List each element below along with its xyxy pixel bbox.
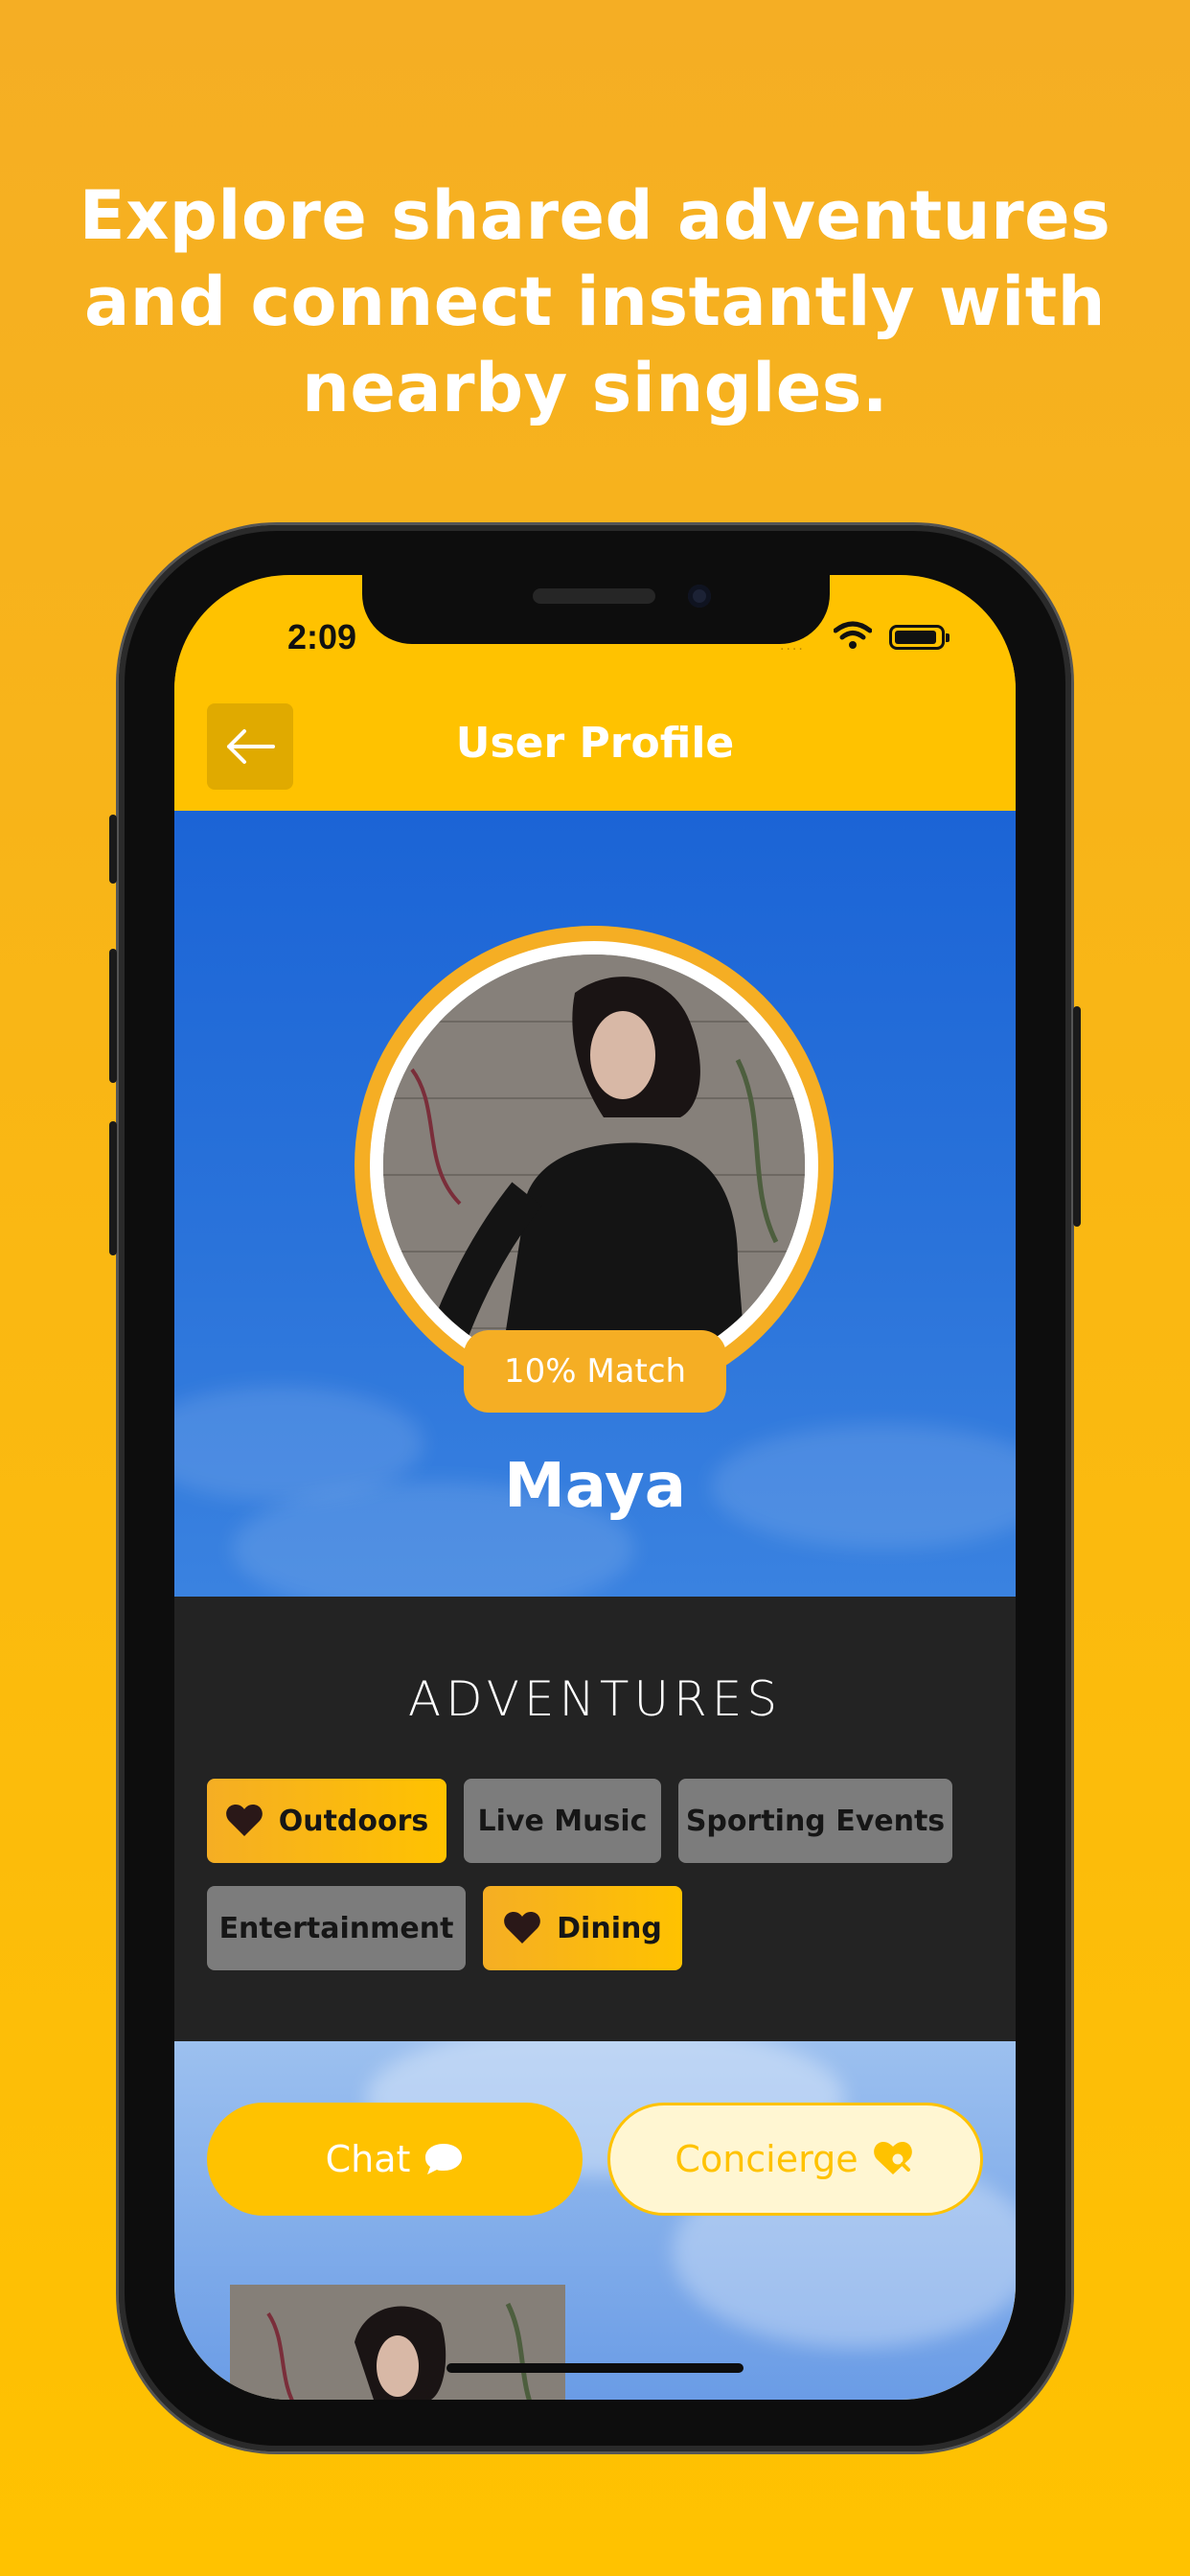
wifi-icon: [834, 621, 872, 649]
avatar[interactable]: [383, 954, 805, 1376]
user-name: Maya: [504, 1451, 686, 1522]
volume-down-button: [109, 1121, 117, 1255]
photo-thumbnail[interactable]: [230, 2285, 565, 2400]
chip-outdoors[interactable]: Outdoors: [207, 1779, 446, 1863]
silent-switch: [109, 815, 117, 884]
promo-headline: Explore shared adventures and connect in…: [79, 176, 1111, 427]
thumbnail-photo: [230, 2285, 565, 2400]
match-badge: 10% Match: [464, 1330, 726, 1413]
power-button: [1073, 1006, 1081, 1227]
actions-section: Chat Concierge: [174, 2041, 1016, 2400]
adventures-section: ADVENTURES Outdoors Live Music Sporting …: [174, 1597, 1016, 2041]
status-time: 2:09: [287, 617, 357, 656]
home-indicator[interactable]: [446, 2363, 744, 2373]
adventures-title: ADVENTURES: [407, 1671, 783, 1727]
concierge-button-label: Concierge: [675, 2138, 858, 2180]
battery-icon: [889, 625, 950, 650]
volume-up-button: [109, 949, 117, 1083]
heart-search-icon: [873, 2142, 912, 2174]
speech-bubble-icon: [425, 2144, 463, 2174]
chip-label: Live Music: [477, 1804, 648, 1838]
speaker-grille: [533, 588, 655, 604]
chip-label: Outdoors: [278, 1804, 429, 1838]
avatar-border: [370, 941, 818, 1390]
chip-label: Sporting Events: [685, 1804, 946, 1838]
phone-notch: [362, 575, 830, 644]
chip-live-music[interactable]: Live Music: [464, 1779, 661, 1863]
heart-icon: [504, 1912, 541, 1944]
chip-sporting-events[interactable]: Sporting Events: [678, 1779, 952, 1863]
chip-entertainment[interactable]: Entertainment: [207, 1886, 466, 1970]
chat-button-label: Chat: [325, 2138, 411, 2180]
app-screen: 2:09 ···· User Profile 10% Match Maya AD…: [174, 575, 1016, 2400]
chip-label: Entertainment: [218, 1911, 454, 1945]
chat-button[interactable]: Chat: [207, 2103, 583, 2216]
chip-dining[interactable]: Dining: [483, 1886, 682, 1970]
front-camera: [688, 585, 711, 608]
profile-hero: 10% Match Maya: [174, 811, 1016, 1597]
profile-photo: [383, 954, 805, 1376]
chip-label: Dining: [557, 1911, 662, 1945]
concierge-button[interactable]: Concierge: [607, 2103, 983, 2216]
page-title: User Profile: [455, 719, 735, 768]
heart-icon: [225, 1805, 263, 1836]
signal-indicator: ····: [780, 642, 805, 657]
